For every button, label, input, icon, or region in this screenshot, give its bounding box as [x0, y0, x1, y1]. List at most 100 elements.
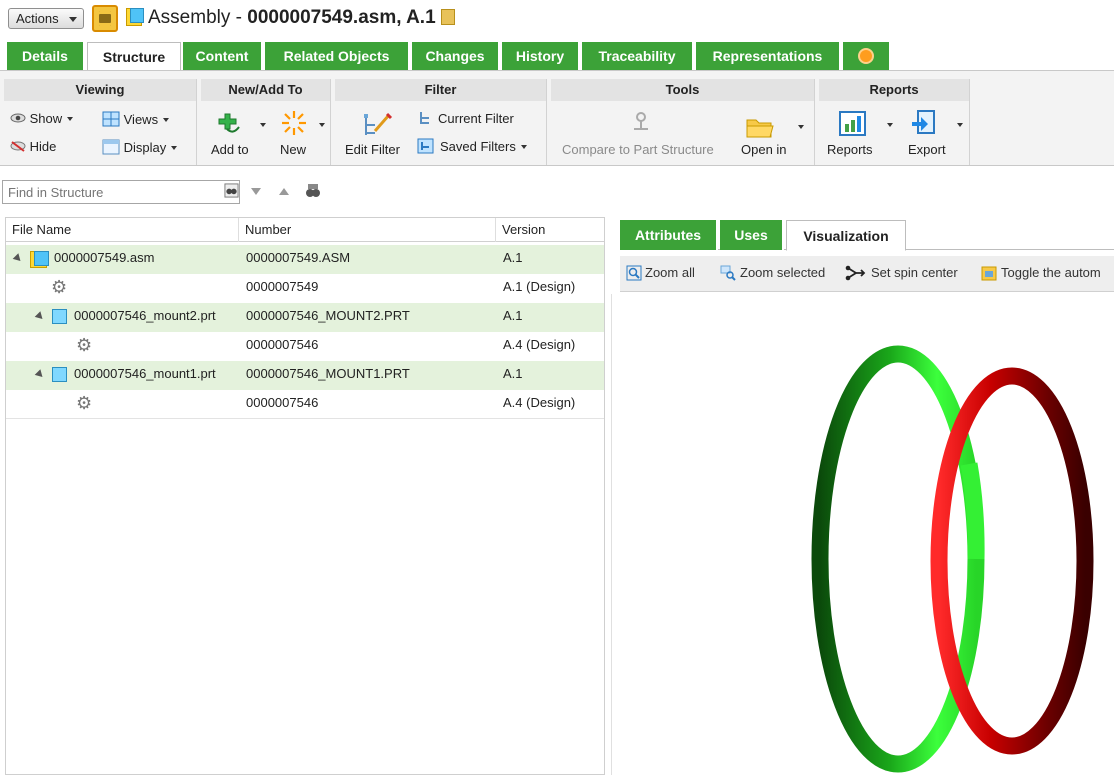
find-in-structure-input[interactable] [2, 180, 240, 204]
compare-label: Compare to Part Structure [562, 142, 714, 157]
ribbon-group-title: Tools [551, 79, 814, 101]
number-cell: 0000007546_MOUNT1.PRT [246, 366, 410, 381]
tab-history[interactable]: History [502, 42, 580, 70]
export-icon [912, 110, 935, 134]
tab-structure[interactable]: Structure [87, 42, 181, 70]
display-label: Display [123, 140, 167, 155]
find-all-binoculars-icon[interactable] [304, 182, 322, 200]
add-tab-button[interactable] [843, 42, 889, 70]
table-row[interactable]: 0000007546_mount2.prt 0000007546_MOUNT2.… [6, 303, 604, 332]
add-to-label: Add to [211, 142, 249, 157]
dropdown-arrow-icon [171, 146, 178, 150]
file-name-cell[interactable]: 0000007546_mount1.prt [74, 361, 216, 390]
find-next-arrow-icon[interactable] [250, 185, 262, 197]
tab-attributes[interactable]: Attributes [620, 220, 718, 250]
open-in-button[interactable]: Open in [739, 109, 811, 161]
green-ring-front-segment [960, 462, 985, 560]
column-header-file-name[interactable]: File Name [6, 218, 239, 242]
expand-arrow-icon[interactable] [34, 311, 46, 322]
table-row[interactable]: ⚙ 0000007546 A.4 (Design) [6, 390, 604, 419]
set-spin-center-icon [845, 265, 866, 281]
part-icon [52, 367, 67, 382]
zoom-selected-icon [720, 265, 736, 281]
zoom-selected-button[interactable]: Zoom selected [740, 265, 825, 280]
edit-filter-button[interactable]: Edit Filter [345, 109, 417, 161]
dropdown-arrow-icon [798, 125, 804, 129]
number-cell: 0000007546 [246, 395, 319, 410]
compare-structure-icon [634, 112, 648, 130]
gear-icon: ⚙ [76, 335, 93, 355]
edit-filter-icon [364, 112, 393, 135]
file-name-cell[interactable]: 0000007546_mount2.prt [74, 303, 216, 332]
tab-traceability[interactable]: Traceability [582, 42, 694, 70]
3d-viewport[interactable] [611, 294, 1114, 775]
find-previous-arrow-icon[interactable] [278, 185, 290, 197]
views-button[interactable]: Views [102, 111, 170, 127]
actions-label: Actions [16, 11, 59, 26]
dropdown-arrow-icon [319, 123, 325, 127]
3d-model-view [811, 345, 1094, 773]
table-row[interactable]: 0000007546_mount1.prt 0000007546_MOUNT1.… [6, 361, 604, 390]
compare-to-part-structure-button[interactable]: Compare to Part Structure [562, 109, 730, 161]
add-to-button[interactable]: Add to [211, 109, 266, 161]
binoculars-icon[interactable] [224, 183, 239, 198]
toggle-button[interactable]: Toggle the autom [1001, 265, 1101, 280]
actions-menu-button[interactable]: Actions [8, 8, 84, 29]
version-cell: A.1 [503, 250, 523, 265]
number-cell: 0000007549 [246, 279, 319, 294]
reports-label: Reports [827, 142, 873, 157]
zoom-all-icon [626, 265, 642, 281]
column-header-version[interactable]: Version [496, 218, 604, 242]
red-ring [930, 367, 1094, 755]
title-object: 0000007549.asm, A.1 [247, 7, 436, 28]
workspace-icon[interactable] [92, 5, 118, 32]
hide-eye-icon [10, 141, 26, 152]
reports-chart-icon [839, 111, 866, 136]
display-button[interactable]: Display [102, 139, 178, 155]
set-spin-center-button[interactable]: Set spin center [871, 265, 958, 280]
tab-uses[interactable]: Uses [720, 220, 784, 250]
show-label: Show [29, 111, 63, 126]
table-row[interactable]: 0000007549.asm 0000007549.ASM A.1 [6, 245, 604, 274]
views-grid-icon [102, 111, 120, 127]
tab-visualization[interactable]: Visualization [786, 220, 906, 251]
toggle-auto-icon [981, 266, 997, 281]
visualization-toolbar: Zoom all Zoom selected Set spin center T… [620, 256, 1114, 292]
file-name-cell[interactable]: 0000007549.asm [54, 245, 154, 274]
saved-filters-button[interactable]: Saved Filters [417, 138, 527, 154]
table-row[interactable]: ⚙ 0000007546 A.4 (Design) [6, 332, 604, 361]
dropdown-arrow-icon [163, 118, 170, 122]
tab-details[interactable]: Details [7, 42, 85, 70]
edit-filter-label: Edit Filter [345, 142, 400, 157]
column-header-number[interactable]: Number [239, 218, 496, 242]
current-filter-button[interactable]: Current Filter [417, 110, 514, 126]
export-label: Export [908, 142, 946, 157]
open-in-label: Open in [741, 142, 787, 157]
table-header: File Name Number Version [6, 218, 604, 242]
details-pane: Attributes Uses Visualization Zoom all Z… [611, 216, 1114, 775]
eye-icon [10, 113, 26, 123]
new-button[interactable]: New [278, 109, 325, 161]
tab-content[interactable]: Content [183, 42, 263, 70]
table-row[interactable]: ⚙ 0000007549 A.1 (Design) [6, 274, 604, 303]
tab-representations[interactable]: Representations [696, 42, 841, 70]
dropdown-arrow-icon [67, 117, 74, 121]
ribbon-group-tools: Tools Compare to Part Structure Open in [551, 79, 815, 165]
title-bar: Actions Assembly - 0000007549.asm, A.1 [0, 0, 1114, 38]
expand-arrow-icon[interactable] [34, 369, 46, 380]
zoom-all-button[interactable]: Zoom all [645, 265, 695, 280]
tab-changes[interactable]: Changes [412, 42, 500, 70]
number-cell: 0000007546_MOUNT2.PRT [246, 308, 410, 323]
green-ring [811, 345, 985, 773]
version-cell: A.1 [503, 366, 523, 381]
hide-button[interactable]: Hide [10, 139, 56, 154]
views-label: Views [123, 112, 159, 127]
expand-arrow-icon[interactable] [12, 253, 24, 264]
show-button[interactable]: Show [10, 111, 74, 126]
tab-related-objects[interactable]: Related Objects [265, 42, 410, 70]
reports-button[interactable]: Reports [827, 109, 893, 161]
toolbar-ribbon: Viewing Show Hide Views Display New/Add … [0, 70, 1114, 166]
export-button[interactable]: Export [906, 109, 966, 161]
assembly-icon [126, 8, 144, 26]
add-tab-icon [858, 48, 874, 64]
